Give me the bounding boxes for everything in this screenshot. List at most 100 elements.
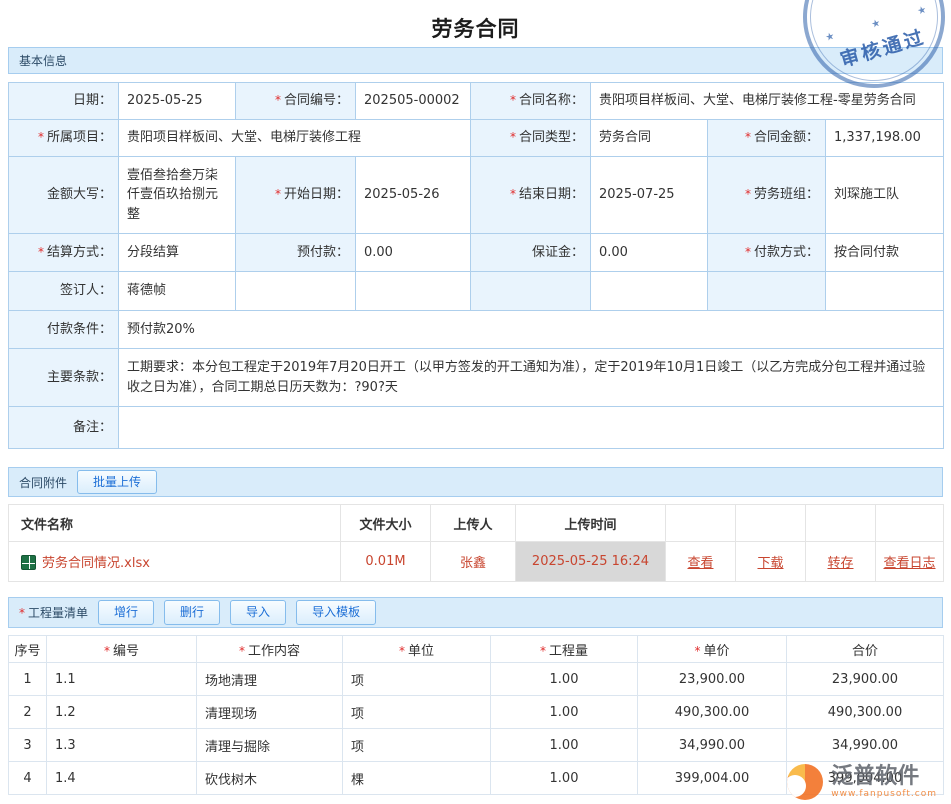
col-header-unit: *单位 xyxy=(343,636,491,663)
col-header-index: 序号 xyxy=(9,636,47,663)
empty-label-cell xyxy=(471,272,591,311)
field-label-signer: 签订人： xyxy=(9,272,119,311)
attachment-upload-time: 2025-05-25 16:24 xyxy=(516,542,666,582)
form-row: 日期： 2025-05-25 *合同编号： 202505-00002 *合同名称… xyxy=(9,83,944,120)
field-label-text: 劳务班组： xyxy=(754,187,819,202)
required-marker: * xyxy=(38,245,44,259)
required-marker: * xyxy=(745,130,751,144)
field-value-deposit: 0.00 xyxy=(591,234,708,272)
field-value-amount-caps: 壹佰叁拾叁万柒仟壹佰玖拾捌元整 xyxy=(119,157,236,234)
col-header-text: 序号 xyxy=(14,644,40,659)
col-header-file-size: 文件大小 xyxy=(341,505,431,542)
col-header-text: 合价 xyxy=(852,644,878,659)
field-label-text: 备注： xyxy=(73,420,112,435)
attachment-action-cell: 转存 xyxy=(806,542,876,582)
boq-unit: 棵 xyxy=(343,762,491,795)
boq-unit: 项 xyxy=(343,729,491,762)
field-value-date: 2025-05-25 xyxy=(119,83,236,120)
field-label-text: 主要条款： xyxy=(47,370,112,385)
view-link[interactable]: 查看 xyxy=(687,556,713,571)
boq-unit-price: 23,900.00 xyxy=(638,663,787,696)
field-value-contract-name: 贵阳项目样板间、大堂、电梯厅装修工程-零星劳务合同 xyxy=(591,83,944,120)
boq-total: 490,300.00 xyxy=(787,696,944,729)
empty-cell xyxy=(826,272,944,311)
field-label-amount-caps: 金额大写： xyxy=(9,157,119,234)
boq-content: 清理现场 xyxy=(197,696,343,729)
col-header-text: 单位 xyxy=(408,644,434,659)
field-label-text: 日期： xyxy=(73,93,112,108)
field-label-settlement: *结算方式： xyxy=(9,234,119,272)
field-value-prepayment: 0.00 xyxy=(356,234,471,272)
boq-index: 1 xyxy=(9,663,47,696)
col-header-action xyxy=(806,505,876,542)
attachment-file-name-link[interactable]: 劳务合同情况.xlsx xyxy=(42,556,150,571)
boq-row: 1 1.1 场地清理 项 1.00 23,900.00 23,900.00 xyxy=(9,663,944,696)
required-marker: * xyxy=(275,93,281,107)
boq-code: 1.2 xyxy=(47,696,197,729)
col-header-text: 工程量 xyxy=(549,644,588,659)
field-label-labor-team: *劳务班组： xyxy=(708,157,826,234)
attachment-file-cell: 劳务合同情况.xlsx xyxy=(9,542,341,582)
attachments-header-row: 文件名称 文件大小 上传人 上传时间 xyxy=(9,505,944,542)
required-marker: * xyxy=(104,644,110,658)
field-label-text: 合同编号： xyxy=(284,93,349,108)
required-marker: * xyxy=(510,187,516,201)
boq-table: 序号 *编号 *工作内容 *单位 *工程量 *单价 合价 1 1.1 场地清理 … xyxy=(8,635,944,795)
empty-cell xyxy=(356,272,471,311)
boq-row: 4 1.4 砍伐树木 棵 1.00 399,004.00 399,004.00 xyxy=(9,762,944,795)
section-boq: * 工程量清单 增行 删行 导入 导入模板 xyxy=(8,597,943,628)
field-label-end-date: *结束日期： xyxy=(471,157,591,234)
boq-code: 1.1 xyxy=(47,663,197,696)
required-marker: * xyxy=(540,644,546,658)
col-header-code: *编号 xyxy=(47,636,197,663)
boq-quantity: 1.00 xyxy=(491,696,638,729)
form-row: *所属项目： 贵阳项目样板间、大堂、电梯厅装修工程 *合同类型： 劳务合同 *合… xyxy=(9,120,944,157)
field-label-text: 合同金额： xyxy=(754,130,819,145)
field-value-start-date: 2025-05-26 xyxy=(356,157,471,234)
boq-index: 3 xyxy=(9,729,47,762)
field-label-contract-amount: *合同金额： xyxy=(708,120,826,157)
field-value-contract-type: 劳务合同 xyxy=(591,120,708,157)
required-marker: * xyxy=(694,644,700,658)
field-label-deposit: 保证金： xyxy=(471,234,591,272)
required-marker: * xyxy=(38,130,44,144)
required-marker: * xyxy=(399,644,405,658)
add-row-button[interactable]: 增行 xyxy=(98,600,154,624)
import-template-button[interactable]: 导入模板 xyxy=(296,600,376,624)
boq-quantity: 1.00 xyxy=(491,729,638,762)
field-value-payment-terms: 预付款20% xyxy=(119,311,944,349)
col-header-total: 合价 xyxy=(787,636,944,663)
field-label-text: 合同名称： xyxy=(519,93,584,108)
field-label-contract-no: *合同编号： xyxy=(236,83,356,120)
form-row: 主要条款： 工期要求：本分包工程定于2019年7月20日开工（以甲方签发的开工通… xyxy=(9,349,944,407)
field-value-project: 贵阳项目样板间、大堂、电梯厅装修工程 xyxy=(119,120,471,157)
boq-index: 2 xyxy=(9,696,47,729)
boq-total: 399,004.00 xyxy=(787,762,944,795)
import-button[interactable]: 导入 xyxy=(230,600,286,624)
download-link[interactable]: 下载 xyxy=(757,556,783,571)
attachments-table: 文件名称 文件大小 上传人 上传时间 劳务合同情况.xlsx 0.01M 张鑫 … xyxy=(8,504,944,582)
attachment-action-cell: 查看日志 xyxy=(876,542,944,582)
section-attachments: 合同附件 批量上传 xyxy=(8,467,943,497)
delete-row-button[interactable]: 删行 xyxy=(164,600,220,624)
form-row: *结算方式： 分段结算 预付款： 0.00 保证金： 0.00 *付款方式： 按… xyxy=(9,234,944,272)
empty-cell xyxy=(236,272,356,311)
col-header-text: 单价 xyxy=(703,644,729,659)
labor-contract-page: ★ ★ ★ 审核通过 劳务合同 基本信息 日期： 2025-05-25 *合同编… xyxy=(0,0,951,804)
field-label-text: 付款条件： xyxy=(47,322,112,337)
empty-cell xyxy=(591,272,708,311)
required-marker: * xyxy=(19,606,25,620)
col-header-action xyxy=(736,505,806,542)
boq-total: 23,900.00 xyxy=(787,663,944,696)
col-header-quantity: *工程量 xyxy=(491,636,638,663)
batch-upload-button[interactable]: 批量上传 xyxy=(77,470,157,494)
boq-unit: 项 xyxy=(343,696,491,729)
field-label-text: 保证金： xyxy=(532,245,584,260)
section-basic-info-title: 基本信息 xyxy=(19,52,67,69)
excel-file-icon xyxy=(21,555,36,570)
view-log-link[interactable]: 查看日志 xyxy=(883,556,935,571)
attachment-action-cell: 下载 xyxy=(736,542,806,582)
field-label-text: 结算方式： xyxy=(47,245,112,260)
field-value-main-clauses: 工期要求：本分包工程定于2019年7月20日开工（以甲方签发的开工通知为准），定… xyxy=(119,349,944,407)
save-as-link[interactable]: 转存 xyxy=(827,556,853,571)
